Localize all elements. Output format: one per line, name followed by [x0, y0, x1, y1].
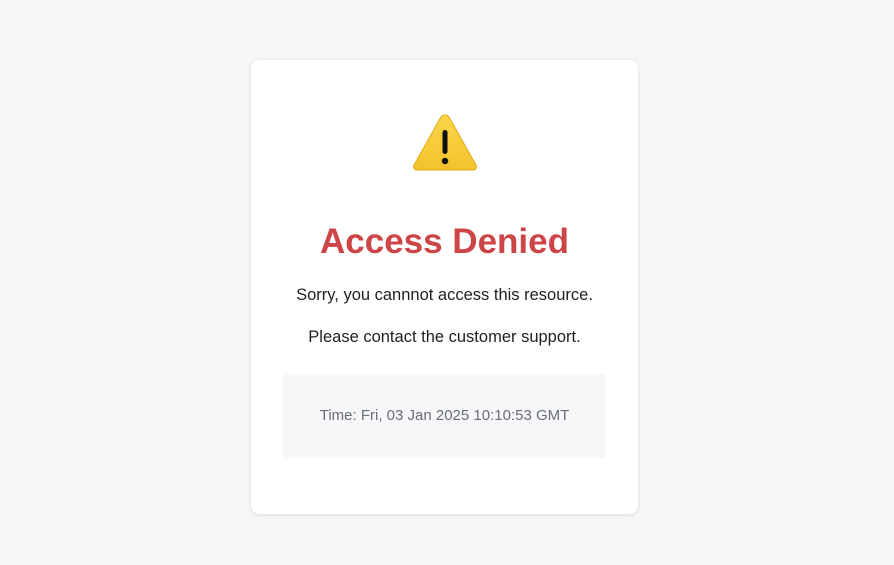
warning-icon	[412, 113, 478, 171]
timestamp-box: Time: Fri, 03 Jan 2025 10:10:53 GMT	[283, 374, 606, 458]
error-message: Sorry, you cannnot access this resource.	[296, 286, 593, 304]
page-title: Access Denied	[319, 222, 570, 261]
timestamp-text: Time: Fri, 03 Jan 2025 10:10:53 GMT	[319, 407, 570, 424]
support-message: Please contact the customer support.	[308, 328, 581, 346]
error-card: Access Denied Sorry, you cannnot access …	[251, 60, 638, 514]
